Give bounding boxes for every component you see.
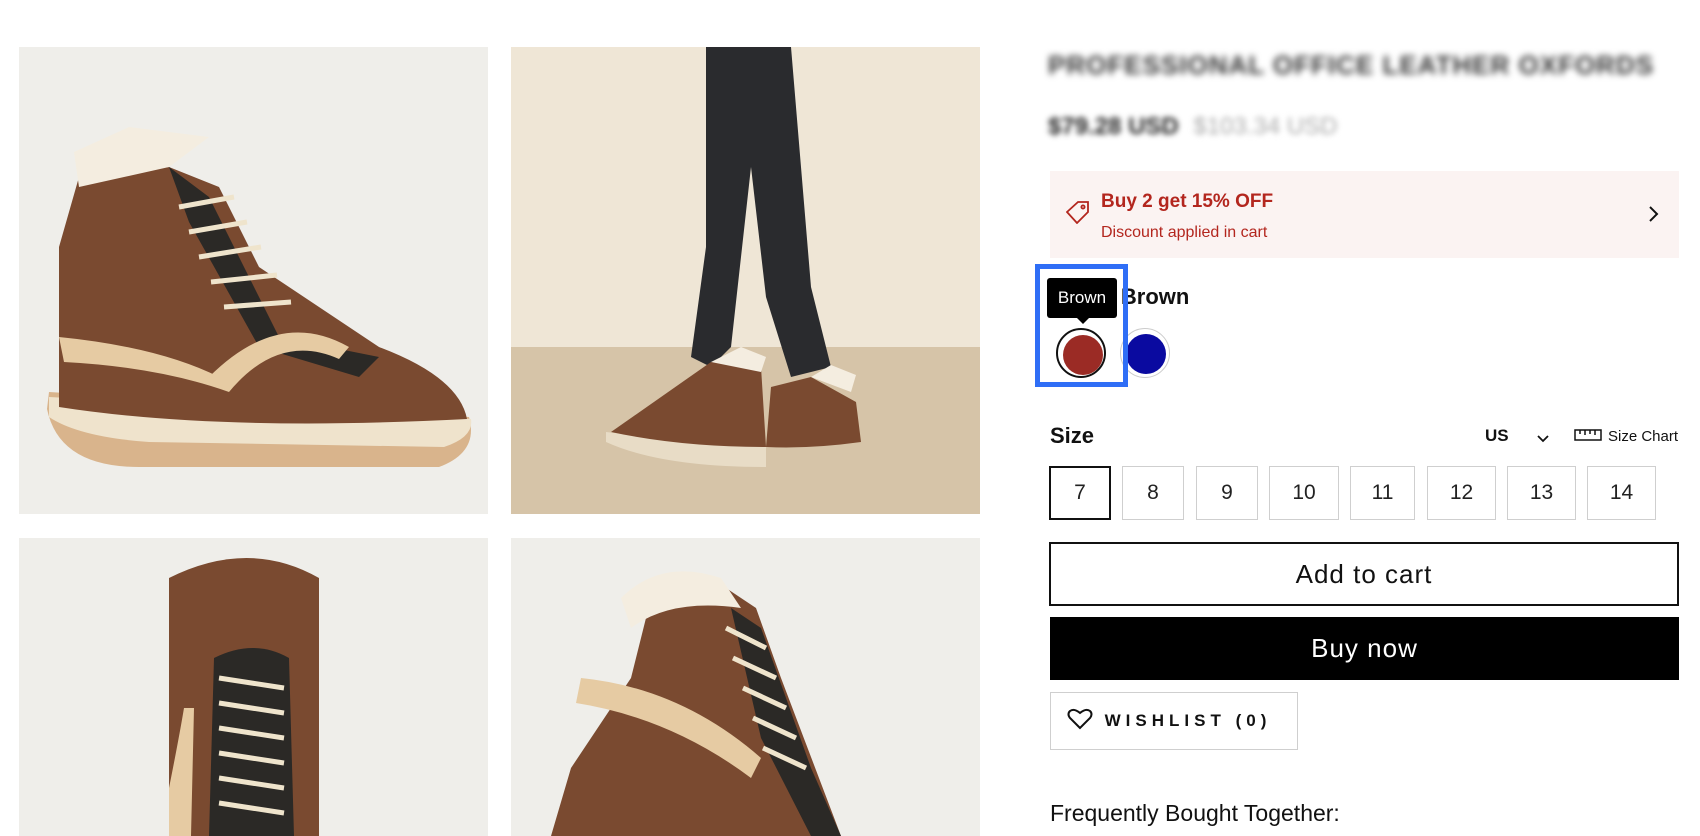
size-chart-label: Size Chart bbox=[1608, 428, 1679, 445]
promo-title: Buy 2 get 15% OFF bbox=[1101, 191, 1274, 212]
promo-subtitle: Discount applied in cart bbox=[1101, 224, 1268, 241]
product-price: $79.28 USD $103.34 USD bbox=[1048, 113, 1338, 143]
size-option-8[interactable]: 8 bbox=[1122, 466, 1184, 520]
size-label: Size bbox=[1050, 423, 1095, 448]
size-option-10[interactable]: 10 bbox=[1269, 466, 1339, 520]
swatch-brown[interactable] bbox=[1056, 328, 1106, 378]
size-option-9[interactable]: 9 bbox=[1196, 466, 1258, 520]
swatch-blue[interactable] bbox=[1120, 328, 1170, 378]
swatch-blue-fill bbox=[1126, 334, 1166, 374]
tag-icon bbox=[1065, 200, 1090, 229]
price-current: $79.28 USD bbox=[1048, 113, 1179, 140]
wishlist-button[interactable]: WISHLIST (0) bbox=[1050, 692, 1298, 750]
size-region-select[interactable]: US bbox=[1485, 426, 1509, 446]
product-image-side[interactable] bbox=[19, 47, 488, 514]
price-compare: $103.34 USD bbox=[1193, 113, 1338, 140]
wishlist-label: WISHLIST (0) bbox=[1104, 711, 1272, 730]
product-image-model[interactable] bbox=[511, 47, 980, 514]
ruler-icon bbox=[1574, 428, 1602, 445]
size-option-11[interactable]: 11 bbox=[1350, 466, 1415, 520]
swatch-brown-fill bbox=[1063, 335, 1103, 375]
size-option-7[interactable]: 7 bbox=[1049, 466, 1111, 520]
chevron-right-icon[interactable] bbox=[1647, 205, 1659, 228]
chevron-down-icon[interactable] bbox=[1536, 431, 1550, 449]
size-option-13[interactable]: 13 bbox=[1507, 466, 1576, 520]
frequently-bought-heading: Frequently Bought Together: bbox=[1050, 800, 1340, 826]
product-image-angle[interactable] bbox=[511, 538, 980, 836]
product-image-top[interactable] bbox=[19, 538, 488, 836]
heart-icon bbox=[1067, 708, 1093, 735]
swatch-tooltip: Brown bbox=[1047, 278, 1117, 324]
size-option-12[interactable]: 12 bbox=[1427, 466, 1496, 520]
promo-banner[interactable]: Buy 2 get 15% OFF Discount applied in ca… bbox=[1050, 171, 1679, 258]
product-title: PROFESSIONAL OFFICE LEATHER OXFORDS bbox=[1048, 50, 1655, 78]
size-option-14[interactable]: 14 bbox=[1587, 466, 1656, 520]
buy-now-button[interactable]: Buy now bbox=[1050, 617, 1679, 680]
add-to-cart-button[interactable]: Add to cart bbox=[1049, 542, 1679, 606]
size-chart-link[interactable]: Size Chart bbox=[1574, 428, 1678, 445]
